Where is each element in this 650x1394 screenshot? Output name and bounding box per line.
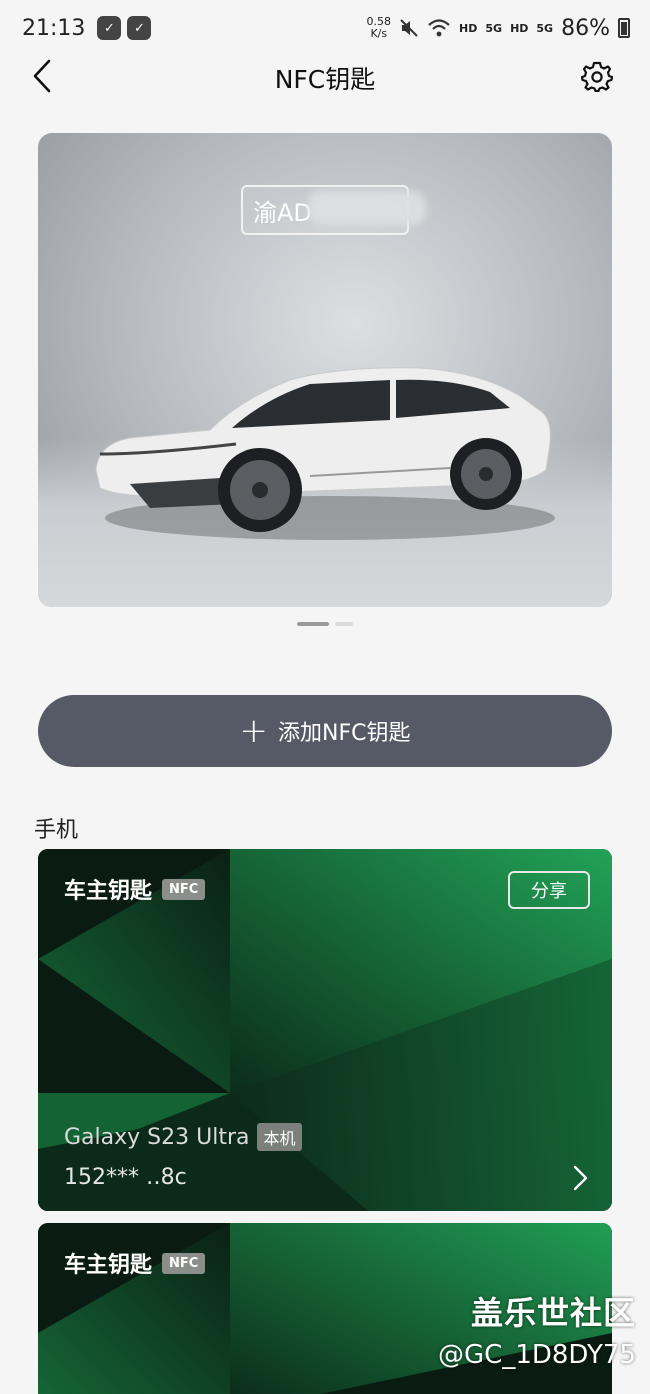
- share-button[interactable]: 分享: [508, 871, 590, 909]
- key-title: 车主钥匙: [64, 1253, 153, 1278]
- watermark-community: 盖乐世社区: [470, 1294, 636, 1332]
- status-indicators: 0.58 K/s HD 5G HD 5G 86%: [367, 16, 630, 41]
- header: NFC钥匙: [0, 52, 650, 100]
- add-nfc-key-label: 添加NFC钥匙: [278, 721, 411, 746]
- page-title: NFC钥匙: [274, 65, 376, 94]
- battery-percent: 86%: [561, 15, 610, 41]
- nfc-badge: NFC: [162, 878, 206, 900]
- plate-redaction: [308, 191, 426, 225]
- nfc-badge: NFC: [162, 1252, 206, 1274]
- device-name: Galaxy S23 Ultra: [64, 1124, 250, 1150]
- chevron-right-icon[interactable]: [568, 1163, 592, 1193]
- carousel-pager: [0, 622, 650, 626]
- plus-icon: +: [239, 711, 269, 751]
- net-speed-unit: K/s: [370, 27, 388, 40]
- signal-5g-icon: 5G: [485, 21, 503, 35]
- notification-icons: ✓ ✓: [97, 16, 152, 40]
- watermark-user: @GC_1D8DY75: [438, 1340, 636, 1370]
- owner-key-card[interactable]: 车主钥匙 NFC 分享 Galaxy S23 Ultra 本机 152*** ‥…: [38, 849, 612, 1211]
- signal-5g-icon: 5G: [536, 21, 554, 35]
- pager-dot-active[interactable]: [297, 622, 329, 626]
- pager-dot[interactable]: [335, 622, 353, 626]
- key-title: 车主钥匙: [64, 879, 153, 904]
- vehicle-card[interactable]: 渝AD: [38, 133, 612, 607]
- status-bar: 21:13 ✓ ✓ 0.58 K/s HD 5G HD 5G 86%: [0, 0, 650, 56]
- add-nfc-key-button[interactable]: + 添加NFC钥匙: [38, 695, 612, 767]
- battery-icon: [618, 18, 630, 38]
- section-title-phone: 手机: [34, 818, 79, 843]
- hd-indicator: HD: [459, 21, 478, 35]
- license-plate-text: 渝AD: [253, 198, 312, 227]
- app-notification-icon: ✓: [127, 16, 152, 40]
- car-image: [95, 367, 555, 540]
- watermark: 盖乐世社区 @GC_1D8DY75: [438, 1288, 636, 1370]
- network-speed: 0.58 K/s: [367, 16, 392, 40]
- phone-number: 152*** ‥8c: [64, 1165, 187, 1190]
- hd-indicator: HD: [510, 21, 529, 35]
- this-device-badge: 本机: [257, 1123, 302, 1151]
- gear-icon: [581, 61, 613, 92]
- app-notification-icon: ✓: [97, 16, 122, 40]
- mute-icon: [400, 19, 418, 37]
- settings-button[interactable]: [578, 56, 616, 96]
- wifi-icon: [428, 19, 450, 37]
- status-time: 21:13: [22, 15, 86, 41]
